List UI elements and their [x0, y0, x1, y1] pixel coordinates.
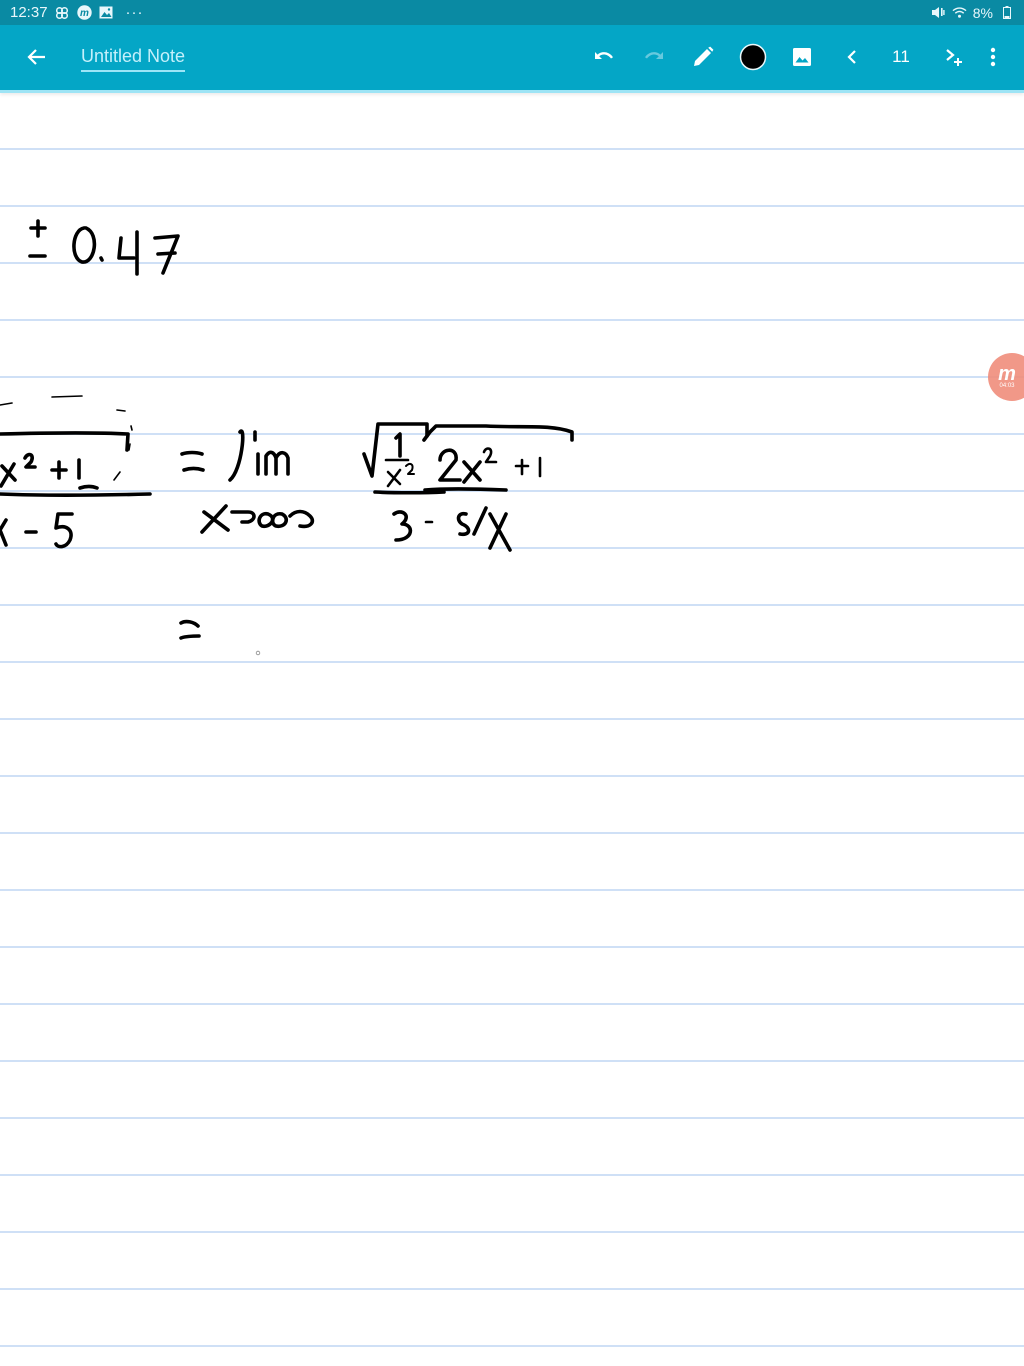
app-toolbar: Untitled Note 11: [0, 25, 1024, 93]
undo-icon: [595, 52, 613, 59]
redo-icon: [645, 52, 663, 59]
pen-color-button[interactable]: [735, 39, 771, 75]
handwriting-result: [28, 219, 180, 276]
mute-icon: [931, 5, 946, 20]
next-add-page-button[interactable]: [936, 39, 972, 75]
pencil-icon: [694, 46, 714, 66]
pinwheel-icon: [55, 5, 70, 20]
bubble-timer: 04:03: [999, 383, 1015, 389]
insert-image-button[interactable]: [784, 39, 820, 75]
handwriting-limit: [180, 429, 315, 534]
pen-tool-button[interactable]: [685, 39, 721, 75]
m-app-icon: m: [76, 5, 92, 20]
color-swatch: [739, 43, 767, 71]
chevron-left-icon: [847, 50, 856, 64]
gallery-icon: [99, 5, 114, 20]
cursor-dot: [255, 650, 261, 656]
more-menu-button[interactable]: [975, 39, 1011, 75]
page-number: 11: [892, 47, 910, 66]
redo-button[interactable]: [636, 39, 672, 75]
more-dots-icon: ···: [125, 4, 144, 21]
previous-page-button[interactable]: [834, 39, 870, 75]
battery-icon: [999, 5, 1014, 20]
battery-percent: 8%: [972, 4, 993, 21]
undo-button[interactable]: [586, 39, 622, 75]
status-bar: 12:37 m ··· 8%: [0, 0, 1024, 25]
back-button[interactable]: [19, 39, 55, 75]
image-icon: [793, 48, 811, 66]
more-vertical-icon: [990, 47, 996, 67]
handwriting-left-fraction: [0, 395, 152, 549]
bubble-logo: m: [998, 363, 1016, 385]
svg-text:m: m: [80, 8, 89, 19]
handwriting-right-fraction: [362, 422, 574, 552]
next-add-page-icon: [946, 49, 962, 66]
handwriting-layer: [0, 219, 574, 656]
wifi-icon: [952, 5, 967, 20]
handwriting-equals: [179, 619, 201, 640]
arrow-left-icon: [27, 49, 45, 65]
note-title[interactable]: Untitled Note: [81, 46, 186, 72]
note-canvas[interactable]: [0, 93, 1024, 1366]
status-time: 12:37: [10, 4, 48, 21]
